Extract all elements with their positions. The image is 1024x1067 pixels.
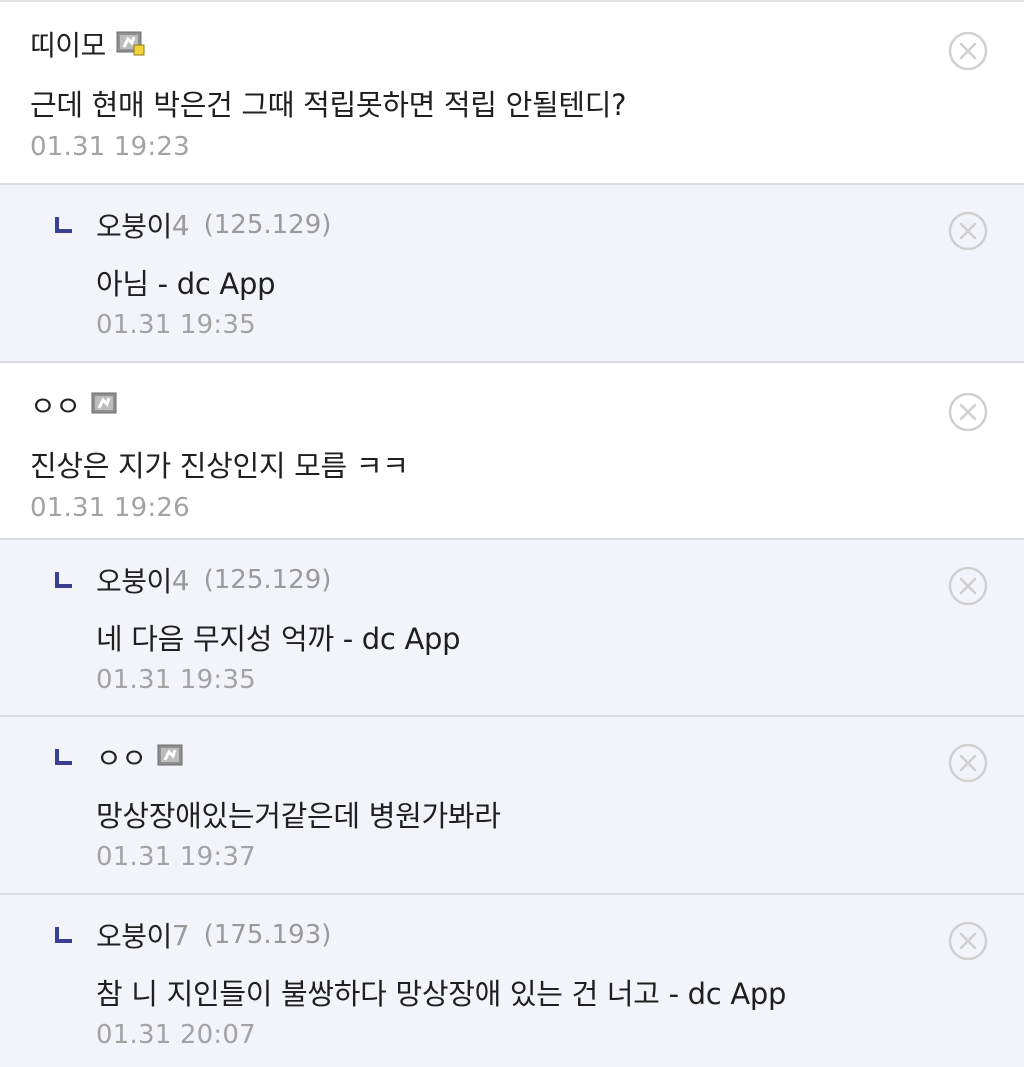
nickname-suffix: 4 [171, 563, 190, 597]
comment-date: 01.31 19:35 [96, 665, 256, 695]
comment-nickname[interactable]: ㅇㅇ [30, 385, 81, 425]
comment-author-row: ㅇㅇ [30, 387, 121, 423]
comment-text: 망상장애있는거같은데 병원가봐라 [96, 799, 501, 833]
comment-date: 01.31 19:35 [96, 310, 256, 340]
comment-nickname[interactable]: 오붕이 [96, 560, 172, 600]
reply-arrow-icon [50, 207, 84, 243]
comment-text: 네 다음 무지성 억까 - dc App [96, 622, 461, 656]
reply-arrow-icon [50, 917, 84, 953]
comment-date: 01.31 19:26 [30, 493, 190, 523]
comment-item: 띠이모 근데 현매 박은건 그때 적립못하면 적립 안될텐디? 01.31 19… [0, 2, 1024, 185]
comment-author-row: ㅇㅇ [50, 739, 187, 775]
delete-circle-x-icon[interactable] [947, 920, 989, 962]
comment-nickname[interactable]: 띠이모 [30, 24, 106, 64]
comment-author-row: 오붕이 4 (125.129) [50, 562, 331, 598]
reply-item: 오붕이 7 (175.193) 참 니 지인들이 불쌍하다 망상장애 있는 건 … [0, 895, 1024, 1067]
comment-ip: (125.129) [203, 565, 332, 595]
comment-nickname[interactable]: ㅇㅇ [96, 737, 147, 777]
nickname-suffix: 7 [171, 918, 190, 952]
reply-item: 오붕이 4 (125.129) 네 다음 무지성 억까 - dc App 01.… [0, 540, 1024, 717]
delete-circle-x-icon[interactable] [947, 565, 989, 607]
reply-arrow-icon [50, 562, 84, 598]
comment-text: 참 니 지인들이 불쌍하다 망상장애 있는 건 너고 - dc App [96, 977, 787, 1011]
delete-circle-x-icon[interactable] [947, 30, 989, 72]
comment-author-row: 띠이모 [30, 26, 146, 62]
comment-date: 01.31 19:37 [96, 842, 256, 872]
comment-item: ㅇㅇ 진상은 지가 진상인지 모름 ㅋㅋ 01.31 19:26 [0, 363, 1024, 540]
delete-circle-x-icon[interactable] [947, 742, 989, 784]
nickname-suffix: 4 [171, 208, 190, 242]
comment-date: 01.31 20:07 [96, 1020, 256, 1050]
comment-author-row: 오붕이 7 (175.193) [50, 917, 331, 953]
comment-nickname[interactable]: 오붕이 [96, 915, 172, 955]
gallog-user-icon[interactable] [91, 392, 121, 418]
gallog-user-icon[interactable] [116, 31, 146, 57]
reply-arrow-icon [50, 739, 84, 775]
comment-ip: (125.129) [203, 210, 332, 240]
comment-author-row: 오붕이 4 (125.129) [50, 207, 331, 243]
gallog-user-icon[interactable] [157, 744, 187, 770]
delete-circle-x-icon[interactable] [947, 391, 989, 433]
comment-text: 진상은 지가 진상인지 모름 ㅋㅋ [30, 449, 409, 483]
comment-text: 아님 - dc App [96, 267, 276, 301]
comment-text: 근데 현매 박은건 그때 적립못하면 적립 안될텐디? [30, 88, 627, 122]
comment-date: 01.31 19:23 [30, 132, 190, 162]
reply-item: ㅇㅇ 망상장애있는거같은데 병원가봐라 01.31 19:37 [0, 717, 1024, 895]
comment-list: 띠이모 근데 현매 박은건 그때 적립못하면 적립 안될텐디? 01.31 19… [0, 0, 1024, 1067]
comment-nickname[interactable]: 오붕이 [96, 205, 172, 245]
delete-circle-x-icon[interactable] [947, 210, 989, 252]
comment-ip: (175.193) [203, 920, 332, 950]
reply-item: 오붕이 4 (125.129) 아님 - dc App 01.31 19:35 [0, 185, 1024, 363]
